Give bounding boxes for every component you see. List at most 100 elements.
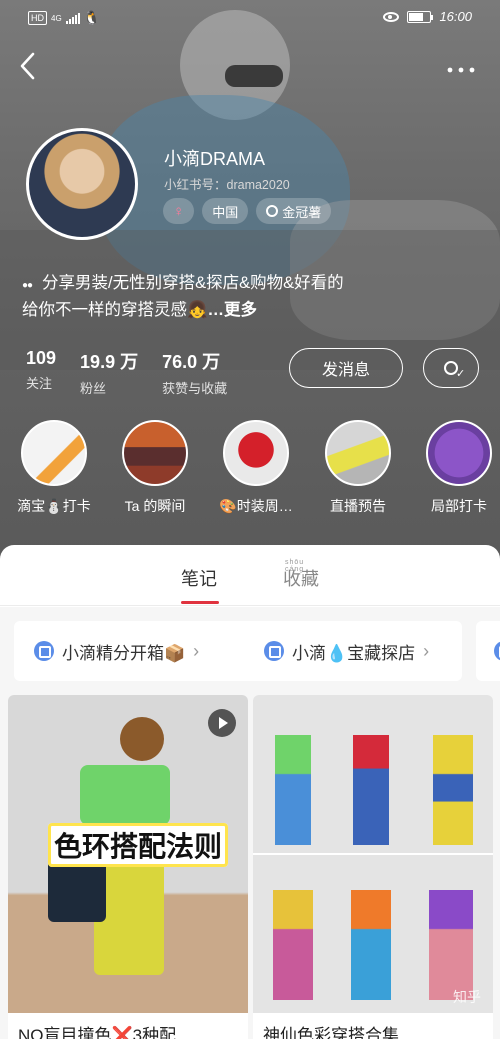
highlight-label: 滴宝⛄打卡 xyxy=(17,498,91,514)
cover-figure-bag xyxy=(48,860,106,922)
stat-value: 19.9 万 xyxy=(80,352,139,372)
highlight-label: Ta 的瞬间 xyxy=(124,498,186,514)
back-button[interactable] xyxy=(18,52,48,82)
bio-line-1: 分享男装/无性别穿搭&探店&购物&好看的 xyxy=(42,274,344,292)
highlight-item[interactable]: Ta 的瞬间 xyxy=(110,420,200,516)
collection-card[interactable] xyxy=(476,621,500,681)
collage-outfit-6 xyxy=(429,890,473,1000)
level-tag[interactable]: 金冠薯 xyxy=(256,198,332,224)
stat-label: 关注 xyxy=(26,376,53,391)
tab-notes[interactable]: 笔记 xyxy=(181,565,219,604)
bio: 分享男装/无性别穿搭&探店&购物&好看的 给你不一样的穿搭灵感👧…更多 xyxy=(22,270,382,324)
status-bar: HD 4G 🐧 16:00 xyxy=(0,0,500,36)
highlight-thumbnail xyxy=(122,420,188,486)
tab-pinyin: shōu cáng xyxy=(285,559,305,573)
note-card[interactable]: 色环搭配法则 NO盲目撞色❌3种配 xyxy=(8,695,248,1039)
status-left: HD 4G 🐧 xyxy=(28,10,100,26)
collage-outfit-5 xyxy=(351,890,391,1000)
location-label: 中国 xyxy=(212,204,239,220)
hd-badge: HD xyxy=(28,11,47,25)
collage-outfit-4 xyxy=(273,890,313,1000)
collection-title: 小滴精分开箱📦 xyxy=(62,643,186,663)
profile-stats: 109 关注 19.9 万 粉丝 76.0 万 获赞与收藏 xyxy=(26,348,227,397)
more-dots-icon xyxy=(447,67,475,73)
nickname: 小滴DRAMA xyxy=(164,149,266,169)
highlight-thumbnail xyxy=(426,420,492,486)
profile-cover: HD 4G 🐧 16:00 小滴DRAMA 小红书号：drama2020 ♀ 中… xyxy=(0,0,500,560)
female-icon: ♀ xyxy=(173,202,185,220)
note-cover-image: 知乎 xyxy=(253,695,493,1013)
cover-figure-shirt xyxy=(80,765,170,825)
eyes-emoji-icon xyxy=(22,270,40,280)
followed-button[interactable] xyxy=(423,348,479,388)
stat-value: 109 xyxy=(26,348,57,368)
collection-title: 小滴💧宝藏探店 xyxy=(292,643,416,663)
highlights-row: 滴宝⛄打卡 Ta 的瞬间 🎨时装周… 直播预告 局部打卡 xyxy=(0,420,500,520)
collection-card[interactable]: 小滴精分开箱📦 › xyxy=(14,621,258,681)
chevron-right-icon: › xyxy=(193,640,200,661)
user-check-icon xyxy=(444,361,465,380)
collage-outfit-3 xyxy=(433,735,473,845)
eye-icon xyxy=(383,11,400,22)
battery-icon xyxy=(407,10,434,23)
collection-icon xyxy=(34,641,54,661)
tab-collections[interactable]: shōu cáng 收藏 xyxy=(283,559,319,591)
highlight-label: 局部打卡 xyxy=(431,498,487,514)
highlight-thumbnail xyxy=(223,420,289,486)
collection-card[interactable]: 小滴💧宝藏探店 › xyxy=(244,621,462,681)
cover-photo-sunglasses xyxy=(225,65,283,87)
tab-active-indicator xyxy=(181,601,219,604)
status-right: 16:00 xyxy=(383,9,472,24)
network-type: 4G xyxy=(51,13,62,23)
chevron-left-icon xyxy=(20,52,35,80)
collage-divider xyxy=(253,853,493,855)
play-video-icon xyxy=(208,709,236,737)
tab-label: 笔记 xyxy=(181,569,217,589)
collections-row: 小滴精分开箱📦 › 小滴💧宝藏探店 › xyxy=(0,607,500,695)
bio-line-2: 给你不一样的穿搭灵感 xyxy=(22,301,187,319)
watermark: 知乎 xyxy=(453,989,481,1005)
content-panel: 笔记 shōu cáng 收藏 小滴精分开箱📦 › 小滴💧宝藏探店 › 色环搭配… xyxy=(0,545,500,1039)
more-options-button[interactable] xyxy=(446,60,476,74)
highlight-item[interactable]: 🎨时装周… xyxy=(211,420,301,516)
highlight-item[interactable]: 直播预告 xyxy=(313,420,403,516)
highlight-label: 直播预告 xyxy=(330,498,386,514)
stat-label: 获赞与收藏 xyxy=(162,381,228,396)
avatar[interactable] xyxy=(26,128,138,240)
gender-tag: ♀ xyxy=(163,198,195,224)
divider xyxy=(0,605,500,606)
girl-emoji-icon: 👧 xyxy=(187,301,208,319)
red-id: 小红书号：drama2020 xyxy=(164,178,290,192)
note-card[interactable]: 知乎 神仙色彩穿搭合集 xyxy=(253,695,493,1039)
signal-icon xyxy=(65,12,80,24)
note-cover-overlay-text: 色环搭配法则 xyxy=(48,823,229,867)
cover-figure-head xyxy=(120,717,164,761)
send-message-button[interactable]: 发消息 xyxy=(289,348,403,388)
highlight-thumbnail xyxy=(21,420,87,486)
highlight-item[interactable]: 滴宝⛄打卡 xyxy=(9,420,99,516)
stat-followers[interactable]: 19.9 万 粉丝 xyxy=(80,348,138,397)
notification-icon: 🐧 xyxy=(83,10,100,25)
stat-following[interactable]: 109 关注 xyxy=(26,348,56,397)
profile-tags: ♀ 中国 金冠薯 xyxy=(163,198,332,224)
chevron-right-icon: › xyxy=(423,640,430,661)
stat-value: 76.0 万 xyxy=(162,352,221,372)
collage-outfit-1 xyxy=(275,735,311,845)
collage-outfit-2 xyxy=(353,735,389,845)
highlight-label: 🎨时装周… xyxy=(219,498,293,514)
location-tag: 中国 xyxy=(202,198,249,224)
highlight-item[interactable]: 局部打卡 xyxy=(414,420,500,516)
clock: 16:00 xyxy=(439,9,472,24)
tab-bar: 笔记 shōu cáng 收藏 xyxy=(0,559,500,607)
highlight-thumbnail xyxy=(325,420,391,486)
note-title: 神仙色彩穿搭合集 xyxy=(263,1026,399,1039)
stat-likes[interactable]: 76.0 万 获赞与收藏 xyxy=(162,348,227,397)
medal-icon xyxy=(266,205,279,217)
collection-icon xyxy=(264,641,284,661)
note-title: NO盲目撞色❌3种配 xyxy=(18,1026,177,1039)
bio-more-link[interactable]: …更多 xyxy=(208,301,258,319)
level-label: 金冠薯 xyxy=(282,204,322,220)
collection-icon xyxy=(494,641,500,661)
stat-label: 粉丝 xyxy=(80,381,107,396)
notes-grid: 色环搭配法则 NO盲目撞色❌3种配 知乎 神仙色彩穿搭合集 xyxy=(0,695,500,1039)
